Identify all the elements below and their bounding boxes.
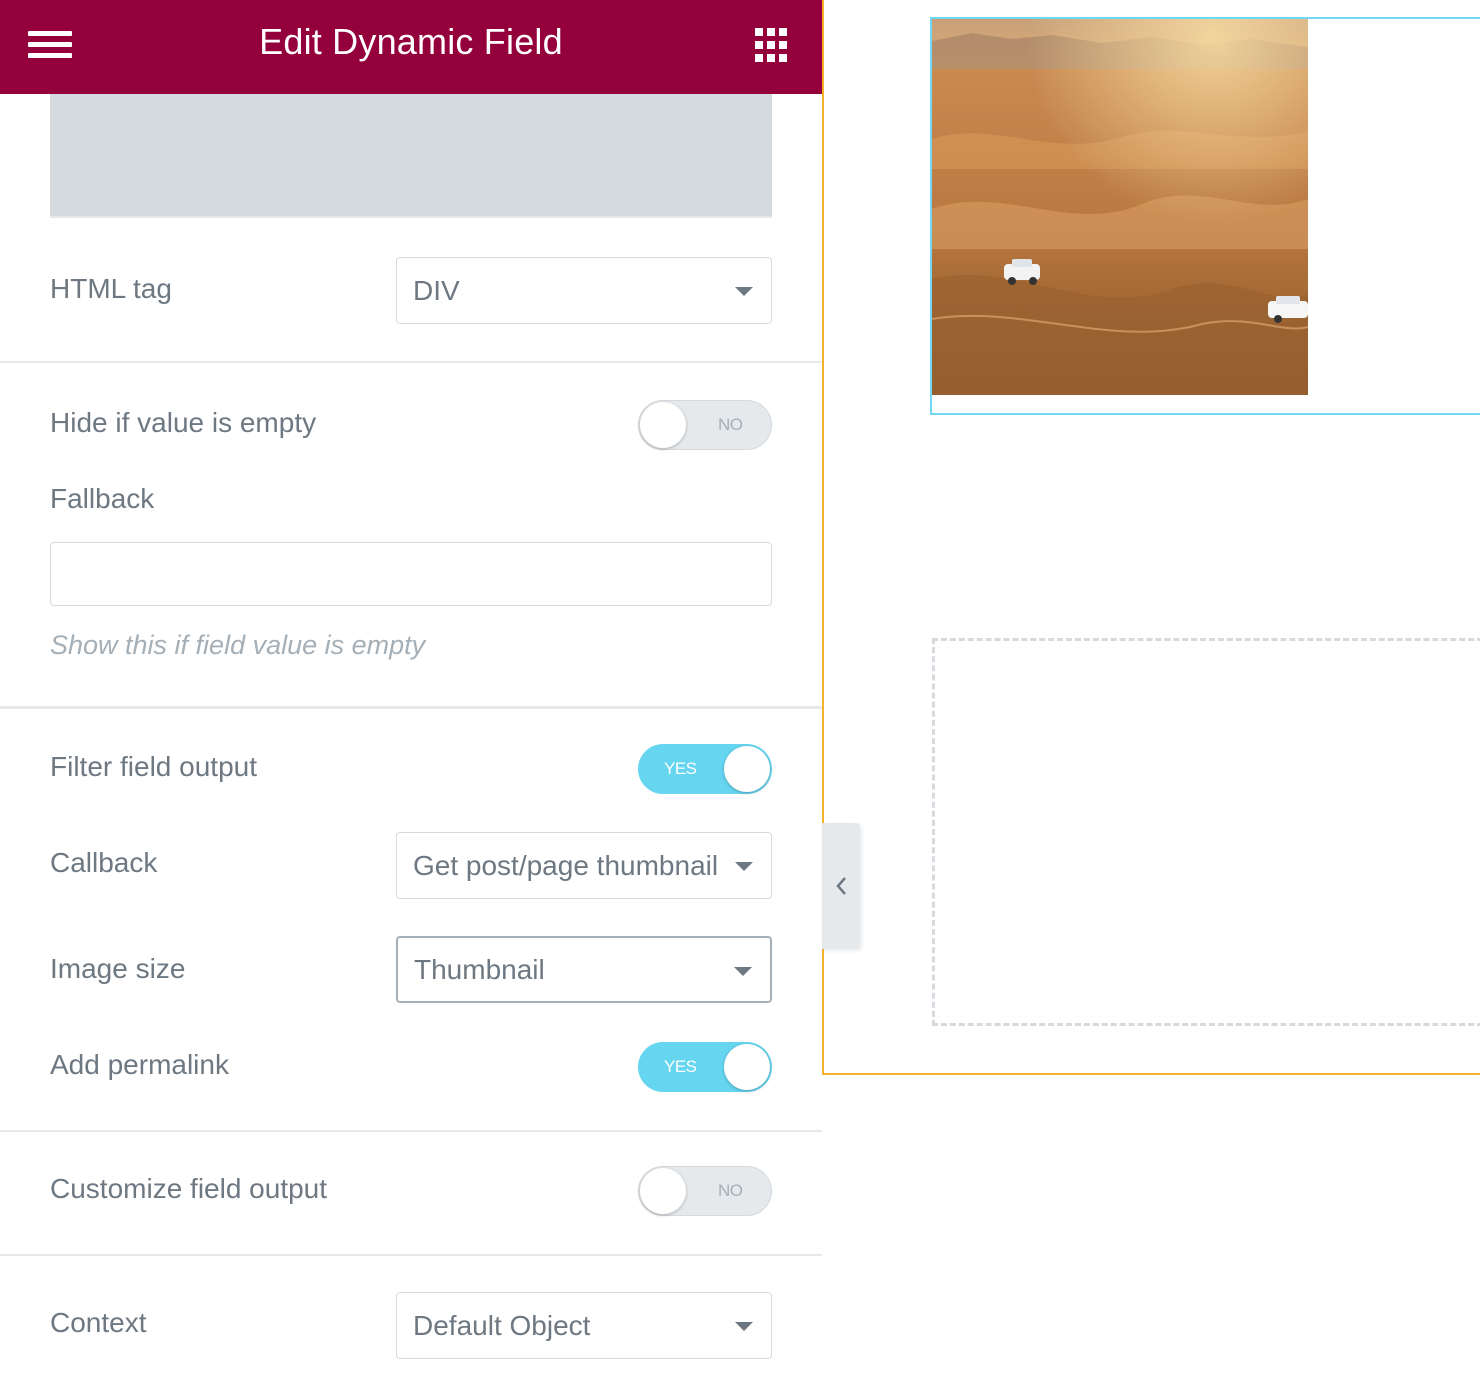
section-divider (0, 1130, 822, 1132)
panel-title: Edit Dynamic Field (259, 21, 563, 62)
context-select[interactable]: Default Object (396, 1292, 772, 1359)
desert-thumbnail-image[interactable] (932, 19, 1308, 395)
hide-if-empty-toggle[interactable]: NO (638, 400, 772, 450)
customize-output-label: Customize field output (50, 1173, 328, 1204)
customize-output-toggle[interactable]: NO (638, 1166, 772, 1216)
fallback-label: Fallback (50, 483, 155, 514)
toggle-knob (724, 1044, 770, 1090)
image-size-label: Image size (50, 953, 186, 984)
chevron-left-icon (836, 877, 846, 895)
empty-column-placeholder[interactable] (932, 638, 1480, 1026)
section-divider (0, 1254, 822, 1256)
toggle-knob (724, 746, 770, 792)
toggle-knob (640, 402, 686, 448)
add-permalink-label: Add permalink (50, 1049, 229, 1080)
filter-output-label: Filter field output (50, 751, 257, 782)
toggle-state: YES (664, 1057, 697, 1076)
context-value: Default Object (413, 1309, 591, 1341)
html-tag-select[interactable]: DIV (396, 257, 772, 324)
control-preview-area (50, 94, 772, 218)
caret-down-icon (734, 967, 752, 976)
callback-value: Get post/page thumbnail (413, 849, 719, 881)
preview-canvas (822, 0, 1480, 1388)
image-size-value: Thumbnail (414, 953, 545, 985)
callback-select[interactable]: Get post/page thumbnail (396, 832, 772, 899)
fallback-input[interactable] (50, 542, 772, 606)
fallback-help-text: Show this if field value is empty (50, 630, 426, 660)
toggle-knob (640, 1168, 686, 1214)
html-tag-value: DIV (413, 274, 460, 306)
collapse-panel-button[interactable] (822, 823, 860, 949)
toggle-state: NO (718, 1181, 743, 1200)
caret-down-icon (735, 862, 753, 871)
section-divider (0, 361, 822, 363)
image-size-select[interactable]: Thumbnail (396, 936, 772, 1003)
toggle-state: NO (718, 415, 743, 434)
filter-output-toggle[interactable]: YES (638, 744, 772, 794)
panel-header: Edit Dynamic Field (0, 0, 822, 94)
section-divider (0, 706, 822, 709)
caret-down-icon (735, 287, 753, 296)
editor-panel: Edit Dynamic Field HTML tag DIV Hide if … (0, 0, 822, 1388)
callback-label: Callback (50, 847, 158, 878)
toggle-state: YES (664, 759, 697, 778)
apps-grid-icon[interactable] (755, 28, 791, 62)
html-tag-label: HTML tag (50, 273, 172, 304)
context-label: Context (50, 1307, 147, 1338)
caret-down-icon (735, 1322, 753, 1331)
hide-if-empty-label: Hide if value is empty (50, 407, 317, 438)
dynamic-field-widget[interactable] (930, 17, 1480, 415)
hamburger-menu-icon[interactable] (28, 27, 73, 63)
add-permalink-toggle[interactable]: YES (638, 1042, 772, 1092)
